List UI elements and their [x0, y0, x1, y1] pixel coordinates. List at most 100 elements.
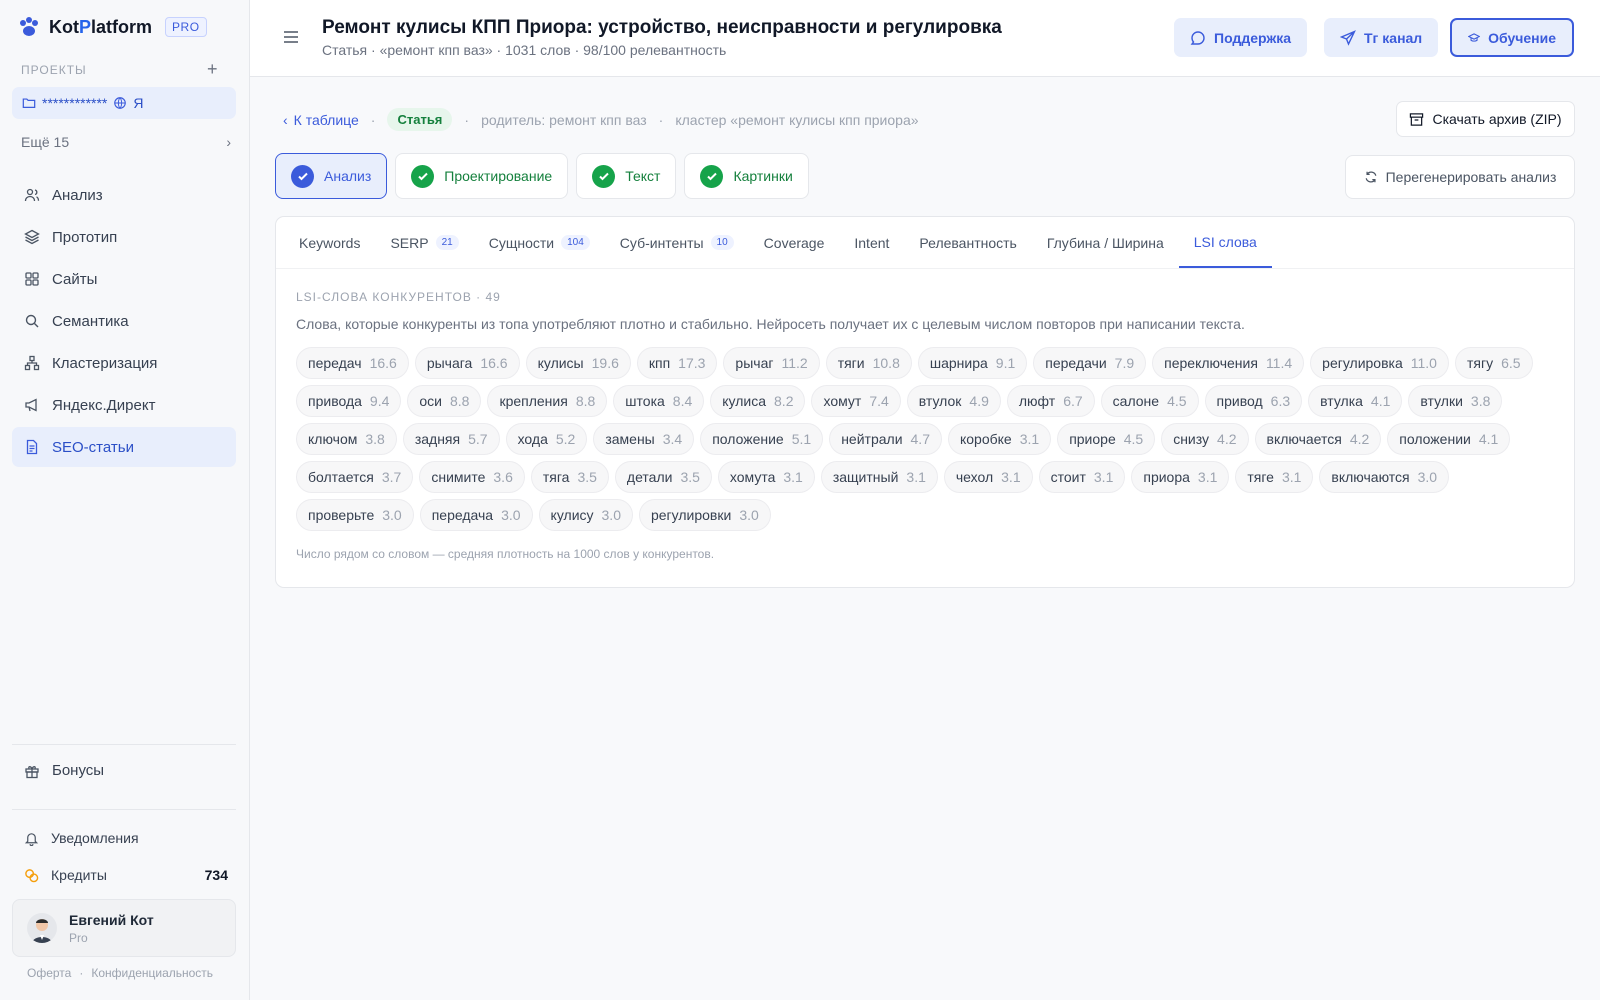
user-name: Евгений Кот — [69, 911, 154, 928]
lsi-word-chip: тяга 3.5 — [530, 461, 609, 493]
menu-icon[interactable] — [284, 31, 298, 43]
lsi-density: 3.5 — [577, 469, 597, 485]
lsi-word: передача — [431, 507, 494, 523]
lsi-density: 3.0 — [382, 507, 402, 523]
lsi-density: 5.2 — [555, 431, 576, 447]
lsi-density: 17.3 — [678, 355, 706, 371]
lsi-density: 7.4 — [869, 393, 889, 409]
support-label: Поддержка — [1214, 29, 1292, 46]
lsi-density: 5.7 — [468, 431, 488, 447]
lsi-word-chip: задняя 5.7 — [402, 423, 500, 455]
step-text[interactable]: Текст — [576, 153, 677, 199]
sidebar-item-sites[interactable]: Сайты — [12, 259, 236, 299]
tab-keywords[interactable]: Keywords — [284, 217, 375, 268]
lsi-word-chip: детали 3.5 — [614, 461, 712, 493]
top-header: Ремонт кулисы КПП Приора: устройство, не… — [250, 0, 1600, 77]
lsi-word-chip: тягу 6.5 — [1454, 347, 1533, 379]
tab-depth-width[interactable]: Глубина / Ширина — [1032, 217, 1179, 268]
sidebar-item-yandex-direct[interactable]: Яндекс.Директ — [12, 385, 236, 425]
tab-label: SERP — [390, 234, 429, 251]
archive-icon — [1410, 112, 1424, 126]
project-item[interactable]: ************ Я — [12, 87, 236, 119]
lsi-word: втулок — [918, 393, 962, 409]
sidebar-item-clustering[interactable]: Кластеризация — [12, 343, 236, 383]
lsi-word: шарнира — [929, 355, 988, 371]
sidebar-item-seo-articles[interactable]: SEO-статьи — [12, 427, 236, 467]
analysis-tabs: Keywords SERP 21 Сущности 104 Суб-интенты 1… — [276, 217, 1574, 269]
megaphone-icon — [25, 398, 37, 412]
lsi-word-chip: крепления 8.8 — [487, 385, 608, 417]
lsi-word: детали — [626, 469, 673, 485]
lsi-word: тяге — [1247, 469, 1274, 485]
graduation-cap-icon — [1468, 32, 1481, 42]
sidebar-item-bonus[interactable]: Бонусы — [24, 762, 104, 779]
lsi-word-chip: переключения 11.4 — [1152, 347, 1305, 379]
lsi-word-chip: снизу 4.2 — [1161, 423, 1249, 455]
breadcrumb: ‹ К таблице · Статья · родитель: ремонт к… — [283, 108, 919, 131]
paw-logo-icon — [20, 17, 38, 36]
support-button[interactable]: Поддержка — [1174, 18, 1308, 57]
lsi-density: 4.5 — [1167, 393, 1187, 409]
lsi-word: приоре — [1069, 431, 1116, 447]
lsi-density: 6.5 — [1501, 355, 1521, 371]
lsi-word: передач — [308, 355, 362, 371]
privacy-link[interactable]: Конфиденциальность — [91, 966, 213, 980]
more-projects[interactable]: Ещё 15 › — [21, 134, 231, 150]
lsi-density: 8.8 — [575, 393, 596, 409]
lsi-word-chip: привод 6.3 — [1204, 385, 1303, 417]
lsi-density: 5.1 — [791, 431, 812, 447]
back-to-table-link[interactable]: ‹ К таблице — [283, 112, 359, 128]
lsi-word-chip: положении 4.1 — [1387, 423, 1511, 455]
regenerate-analysis-button[interactable]: Перегенерировать анализ — [1345, 155, 1575, 199]
sidebar-item-prototype[interactable]: Прототип — [12, 217, 236, 257]
tab-lsi-words[interactable]: LSI слова — [1178, 217, 1272, 268]
globe-icon — [114, 97, 127, 109]
offer-link[interactable]: Оферта — [27, 966, 71, 980]
lsi-word: стоит — [1050, 469, 1086, 485]
sidebar-item-analysis[interactable]: Анализ — [12, 175, 236, 215]
tab-entities[interactable]: Сущности 104 — [474, 217, 605, 268]
lsi-density: 3.4 — [662, 431, 683, 447]
step-design[interactable]: Проектирование — [395, 153, 569, 199]
cluster-icon — [24, 355, 40, 371]
logo[interactable]: KotPlatform PRO — [18, 16, 207, 38]
lsi-word: защитный — [832, 469, 899, 485]
type-badge: Статья — [387, 108, 453, 131]
education-button[interactable]: Обучение — [1450, 18, 1574, 57]
folder-icon — [22, 98, 36, 108]
lsi-word: замены — [605, 431, 655, 447]
avatar — [27, 913, 57, 943]
parent-crumb: родитель: ремонт кпп ваз — [481, 111, 647, 128]
lsi-density: 3.1 — [906, 469, 926, 485]
separator: · — [79, 966, 84, 980]
lsi-word-chip: включаются 3.0 — [1319, 461, 1450, 493]
lsi-word: тяга — [542, 469, 570, 485]
tab-subintents[interactable]: Суб-интенты 10 — [605, 217, 749, 268]
lsi-density: 4.7 — [910, 431, 930, 447]
tab-intent[interactable]: Intent — [839, 217, 904, 268]
lsi-word: хода — [517, 431, 548, 447]
notifications-item[interactable]: Уведомления — [24, 830, 139, 846]
sidebar-item-semantics[interactable]: Семантика — [12, 301, 236, 341]
step-images[interactable]: Картинки — [684, 153, 809, 199]
credits-item[interactable]: Кредиты 734 — [24, 867, 228, 883]
download-zip-button[interactable]: Скачать архив (ZIP) — [1396, 101, 1575, 137]
tab-label: LSI слова — [1193, 233, 1257, 250]
tab-relevance[interactable]: Релевантность — [904, 217, 1031, 268]
step-analysis[interactable]: Анализ — [275, 153, 388, 199]
tab-coverage[interactable]: Coverage — [749, 217, 840, 268]
add-project-button[interactable]: + — [207, 59, 218, 80]
user-card[interactable]: Евгений Кот Pro — [12, 899, 236, 957]
count-badge: 21 — [435, 235, 459, 250]
app-name: KotPlatform — [49, 16, 153, 37]
lsi-word: снимите — [431, 469, 486, 485]
lsi-word-chip: хомут 7.4 — [811, 385, 901, 417]
page-title: Ремонт кулисы КПП Приора: устройство, не… — [322, 17, 1002, 38]
lsi-word: проверьте — [308, 507, 375, 523]
tab-serp[interactable]: SERP 21 — [375, 217, 473, 268]
projects-title: ПРОЕКТЫ — [21, 63, 87, 77]
lsi-word-chip: передачи 7.9 — [1033, 347, 1147, 379]
telegram-button[interactable]: Тг канал — [1324, 18, 1439, 57]
project-name: ************ — [42, 95, 108, 111]
lsi-density: 10.8 — [872, 355, 900, 371]
